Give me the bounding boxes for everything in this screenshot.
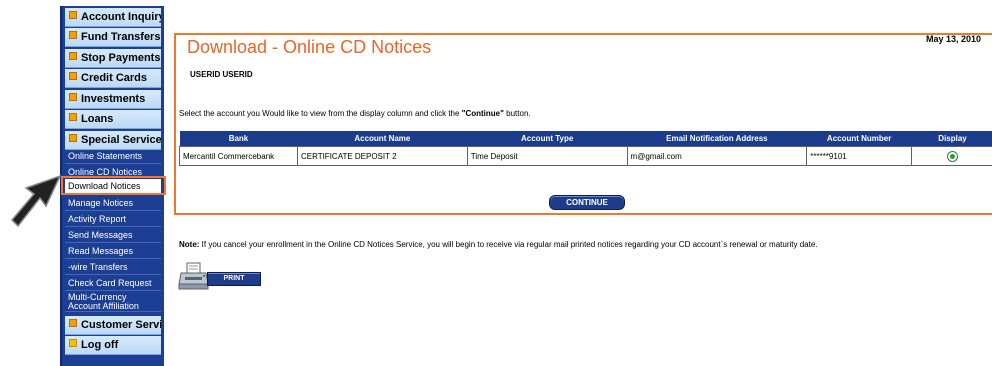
col-header-account-name: Account Name [297,131,468,147]
col-header-account-number: Account Number [806,131,912,147]
bullet-icon [69,339,77,347]
sidebar-item-wire-transfers[interactable]: -wire Transfers [65,260,161,275]
display-radio[interactable] [947,150,959,162]
cancellation-note: Note: If you cancel your enrollment in t… [179,240,818,249]
bullet-icon [69,113,77,121]
table-header-row: Bank Account Name Account Type Email Not… [179,131,992,147]
cell-email: m@gmail.com [626,146,808,166]
col-header-display: Display [911,131,992,147]
nav-label: Special Services [81,134,161,146]
nav-label: Stop Payments [81,52,161,64]
nav-label: Account Inquiry [81,11,161,23]
page-title: Download - Online CD Notices [187,37,432,57]
note-text: If you cancel your enrollment in the Onl… [199,240,818,249]
nav-account-inquiry[interactable]: Account Inquiry [65,8,161,27]
bullet-icon [69,319,77,327]
sidebar-item-read-messages[interactable]: Read Messages [65,244,161,259]
bullet-icon [69,134,77,142]
instructions-bold: "Continue" [461,109,504,118]
sidebar-item-online-statements[interactable]: Online Statements [65,149,161,164]
sidebar-item-check-card-request[interactable]: Check Card Request [65,276,161,291]
print-button[interactable]: PRINT [207,272,261,286]
cell-account-type: Time Deposit [466,146,628,166]
bullet-icon [69,72,77,80]
nav-log-off[interactable]: Log off [65,336,161,355]
bullet-icon [69,52,77,60]
nav-stop-payments[interactable]: Stop Payments [65,49,161,68]
bullet-icon [69,11,77,19]
nav-fund-transfers[interactable]: Fund Transfers [65,28,161,47]
table-row: Mercantil Commercebank CERTIFICATE DEPOS… [179,146,992,166]
instructions-text: Select the account you Would like to vie… [179,109,531,118]
nav-customer-service[interactable]: Customer Service [65,316,161,335]
highlight-box [61,176,166,195]
sidebar-item-send-messages[interactable]: Send Messages [65,228,161,243]
accounts-table: Bank Account Name Account Type Email Not… [179,131,992,166]
sidebar-item-multi-currency[interactable]: Multi-Currency Account Affiliation [65,292,161,312]
nav-label: Investments [81,93,146,105]
col-header-account-type: Account Type [467,131,628,147]
nav-label: Log off [81,339,119,351]
note-label: Note: [179,240,200,249]
nav-special-services[interactable]: Special Services [65,131,161,150]
user-id-label: USERID USERID [190,70,253,79]
nav-label: Customer Service [81,319,161,331]
col-header-email: Email Notification Address [627,131,807,147]
nav-credit-cards[interactable]: Credit Cards [65,69,161,88]
cell-account-number: ******9101 [806,146,913,166]
pointer-arrow-icon [10,174,62,228]
cell-display [911,146,992,166]
nav-label: Fund Transfers [81,31,161,43]
sidebar-item-manage-notices[interactable]: Manage Notices [65,196,161,211]
col-header-bank: Bank [179,131,298,147]
printer-icon[interactable] [178,262,210,292]
nav-investments[interactable]: Investments [65,90,161,109]
sidebar-item-activity-report[interactable]: Activity Report [65,212,161,227]
instructions-suffix: button. [503,109,531,118]
cd-notices-panel: Download - Online CD Notices USERID USER… [174,33,992,215]
cell-account-name: CERTIFICATE DEPOSIT 2 [296,146,468,166]
instructions-prefix: Select the account you Would like to vie… [179,109,462,118]
bullet-icon [69,93,77,101]
nav-label: Loans [81,113,114,125]
cell-bank: Mercantil Commercebank [179,146,298,166]
nav-label: Credit Cards [81,72,148,84]
continue-button[interactable]: CONTINUE [549,195,625,210]
nav-loans[interactable]: Loans [65,110,161,129]
bullet-icon [69,31,77,39]
